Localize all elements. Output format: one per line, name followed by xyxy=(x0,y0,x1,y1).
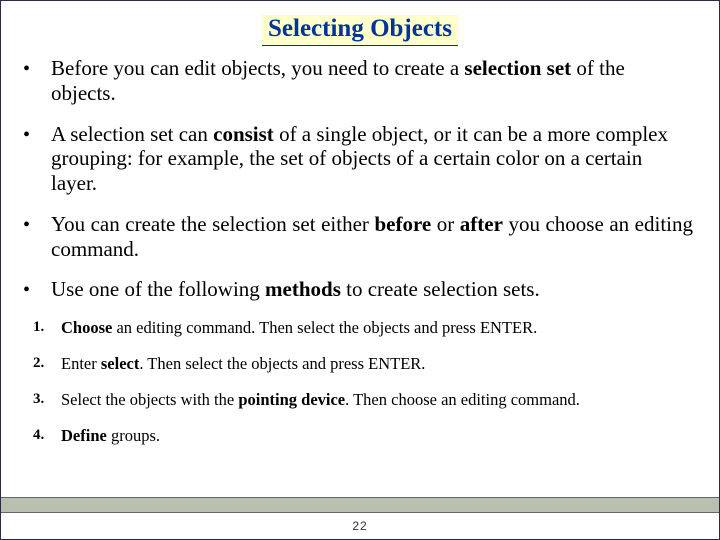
text-fragment: Use one of the following xyxy=(51,277,265,301)
bullet-dot: • xyxy=(23,277,51,302)
bullet-text: Use one of the following methods to crea… xyxy=(51,277,693,302)
text-fragment: . Then choose an editing command. xyxy=(345,390,580,409)
bullet-item-2: • A selection set can consist of a singl… xyxy=(23,122,693,196)
bold-fragment: Choose xyxy=(61,318,112,337)
text-fragment: Before you can edit objects, you need to… xyxy=(51,56,464,80)
slide-title: Selecting Objects xyxy=(262,15,458,46)
methods-list: Choose an editing command. Then select t… xyxy=(19,318,701,445)
bullet-list: • Before you can edit objects, you need … xyxy=(19,56,701,302)
text-fragment: Enter xyxy=(61,354,101,373)
bullet-dot: • xyxy=(23,56,51,81)
slide-container: Selecting Objects • Before you can edit … xyxy=(0,0,720,540)
bold-fragment: Define xyxy=(61,426,107,445)
text-fragment: groups. xyxy=(107,426,160,445)
text-fragment: A selection set can xyxy=(51,122,213,146)
text-fragment: You can create the selection set either xyxy=(51,212,374,236)
bullet-dot: • xyxy=(23,122,51,147)
bold-fragment: methods xyxy=(265,277,341,301)
bullet-item-3: • You can create the selection set eithe… xyxy=(23,212,693,262)
method-item-1: Choose an editing command. Then select t… xyxy=(61,318,695,338)
bold-fragment: selection set xyxy=(464,56,571,80)
text-fragment: to create selection sets. xyxy=(341,277,540,301)
bullet-text: You can create the selection set either … xyxy=(51,212,693,262)
title-wrap: Selecting Objects xyxy=(19,15,701,46)
bullet-text: Before you can edit objects, you need to… xyxy=(51,56,693,106)
text-fragment: . Then select the objects and press ENTE… xyxy=(139,354,425,373)
bold-fragment: after xyxy=(460,212,503,236)
text-fragment: Select the objects with the xyxy=(61,390,238,409)
bullet-item-1: • Before you can edit objects, you need … xyxy=(23,56,693,106)
bold-fragment: consist xyxy=(213,122,274,146)
method-item-4: Define groups. xyxy=(61,426,695,446)
text-fragment: or xyxy=(431,212,460,236)
bold-fragment: before xyxy=(374,212,431,236)
text-fragment: an editing command. Then select the obje… xyxy=(112,318,537,337)
bullet-item-4: • Use one of the following methods to cr… xyxy=(23,277,693,302)
bold-fragment: select xyxy=(101,354,139,373)
page-number: 22 xyxy=(1,519,719,533)
bullet-dot: • xyxy=(23,212,51,237)
method-item-3: Select the objects with the pointing dev… xyxy=(61,390,695,410)
bullet-text: A selection set can consist of a single … xyxy=(51,122,693,196)
method-item-2: Enter select. Then select the objects an… xyxy=(61,354,695,374)
bold-fragment: pointing device xyxy=(238,390,345,409)
footer-bar xyxy=(1,497,719,513)
